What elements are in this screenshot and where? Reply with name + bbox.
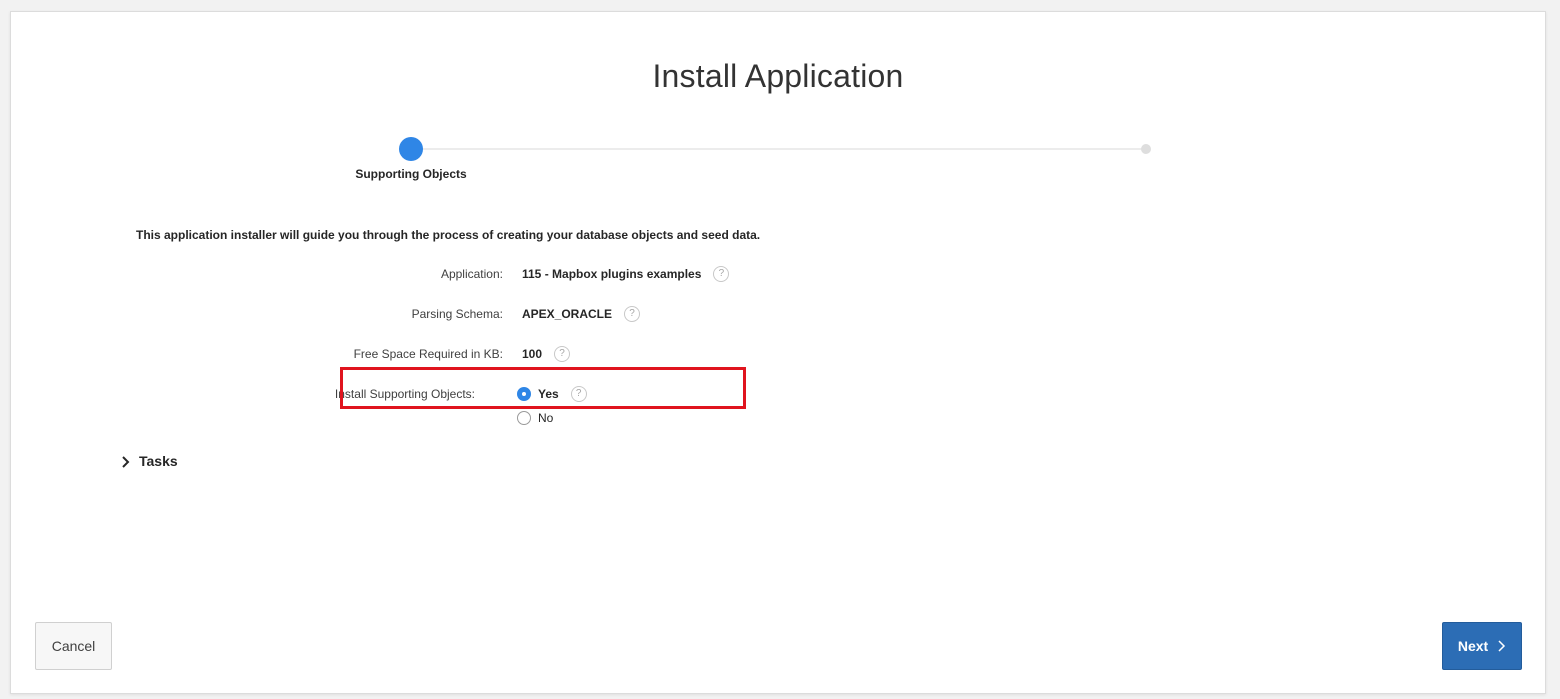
application-row: Application: 115 - Mapbox plugins exampl…: [11, 265, 811, 285]
free-space-label: Free Space Required in KB:: [353, 347, 503, 361]
next-button-label: Next: [1457, 638, 1489, 654]
page-title: Install Application: [652, 58, 904, 94]
parsing-schema-row: Parsing Schema: APEX_ORACLE?: [11, 305, 811, 325]
intro-text: This application installer will guide yo…: [136, 228, 761, 242]
question-mark-icon[interactable]: ?: [624, 305, 641, 322]
wizard-step-next: [1141, 144, 1151, 154]
free-space-value: 100?: [522, 345, 571, 362]
wizard-step-current: [399, 137, 423, 161]
application-label: Application:: [440, 267, 503, 281]
application-value: 115 - Mapbox plugins examples?: [522, 265, 730, 282]
parsing-schema-value: APEX_ORACLE?: [522, 305, 641, 322]
wizard-track: [421, 148, 1147, 150]
radio-no-label[interactable]: No: [538, 411, 553, 425]
next-button[interactable]: Next: [1442, 622, 1522, 670]
radio-no[interactable]: [517, 411, 531, 425]
chevron-right-icon: [1498, 640, 1506, 652]
cancel-button[interactable]: Cancel: [35, 622, 112, 670]
question-mark-icon[interactable]: ?: [713, 265, 730, 282]
wizard-step-label: Supporting Objects: [355, 167, 467, 181]
question-mark-icon[interactable]: ?: [554, 345, 571, 362]
free-space-row: Free Space Required in KB: 100?: [11, 345, 811, 365]
parsing-schema-label: Parsing Schema:: [411, 307, 503, 321]
tasks-label: Tasks: [139, 453, 178, 469]
chevron-right-icon: [122, 456, 130, 468]
highlight-annotation-box: [340, 367, 746, 409]
install-application-dialog: Install Application Supporting Objects T…: [10, 11, 1546, 694]
